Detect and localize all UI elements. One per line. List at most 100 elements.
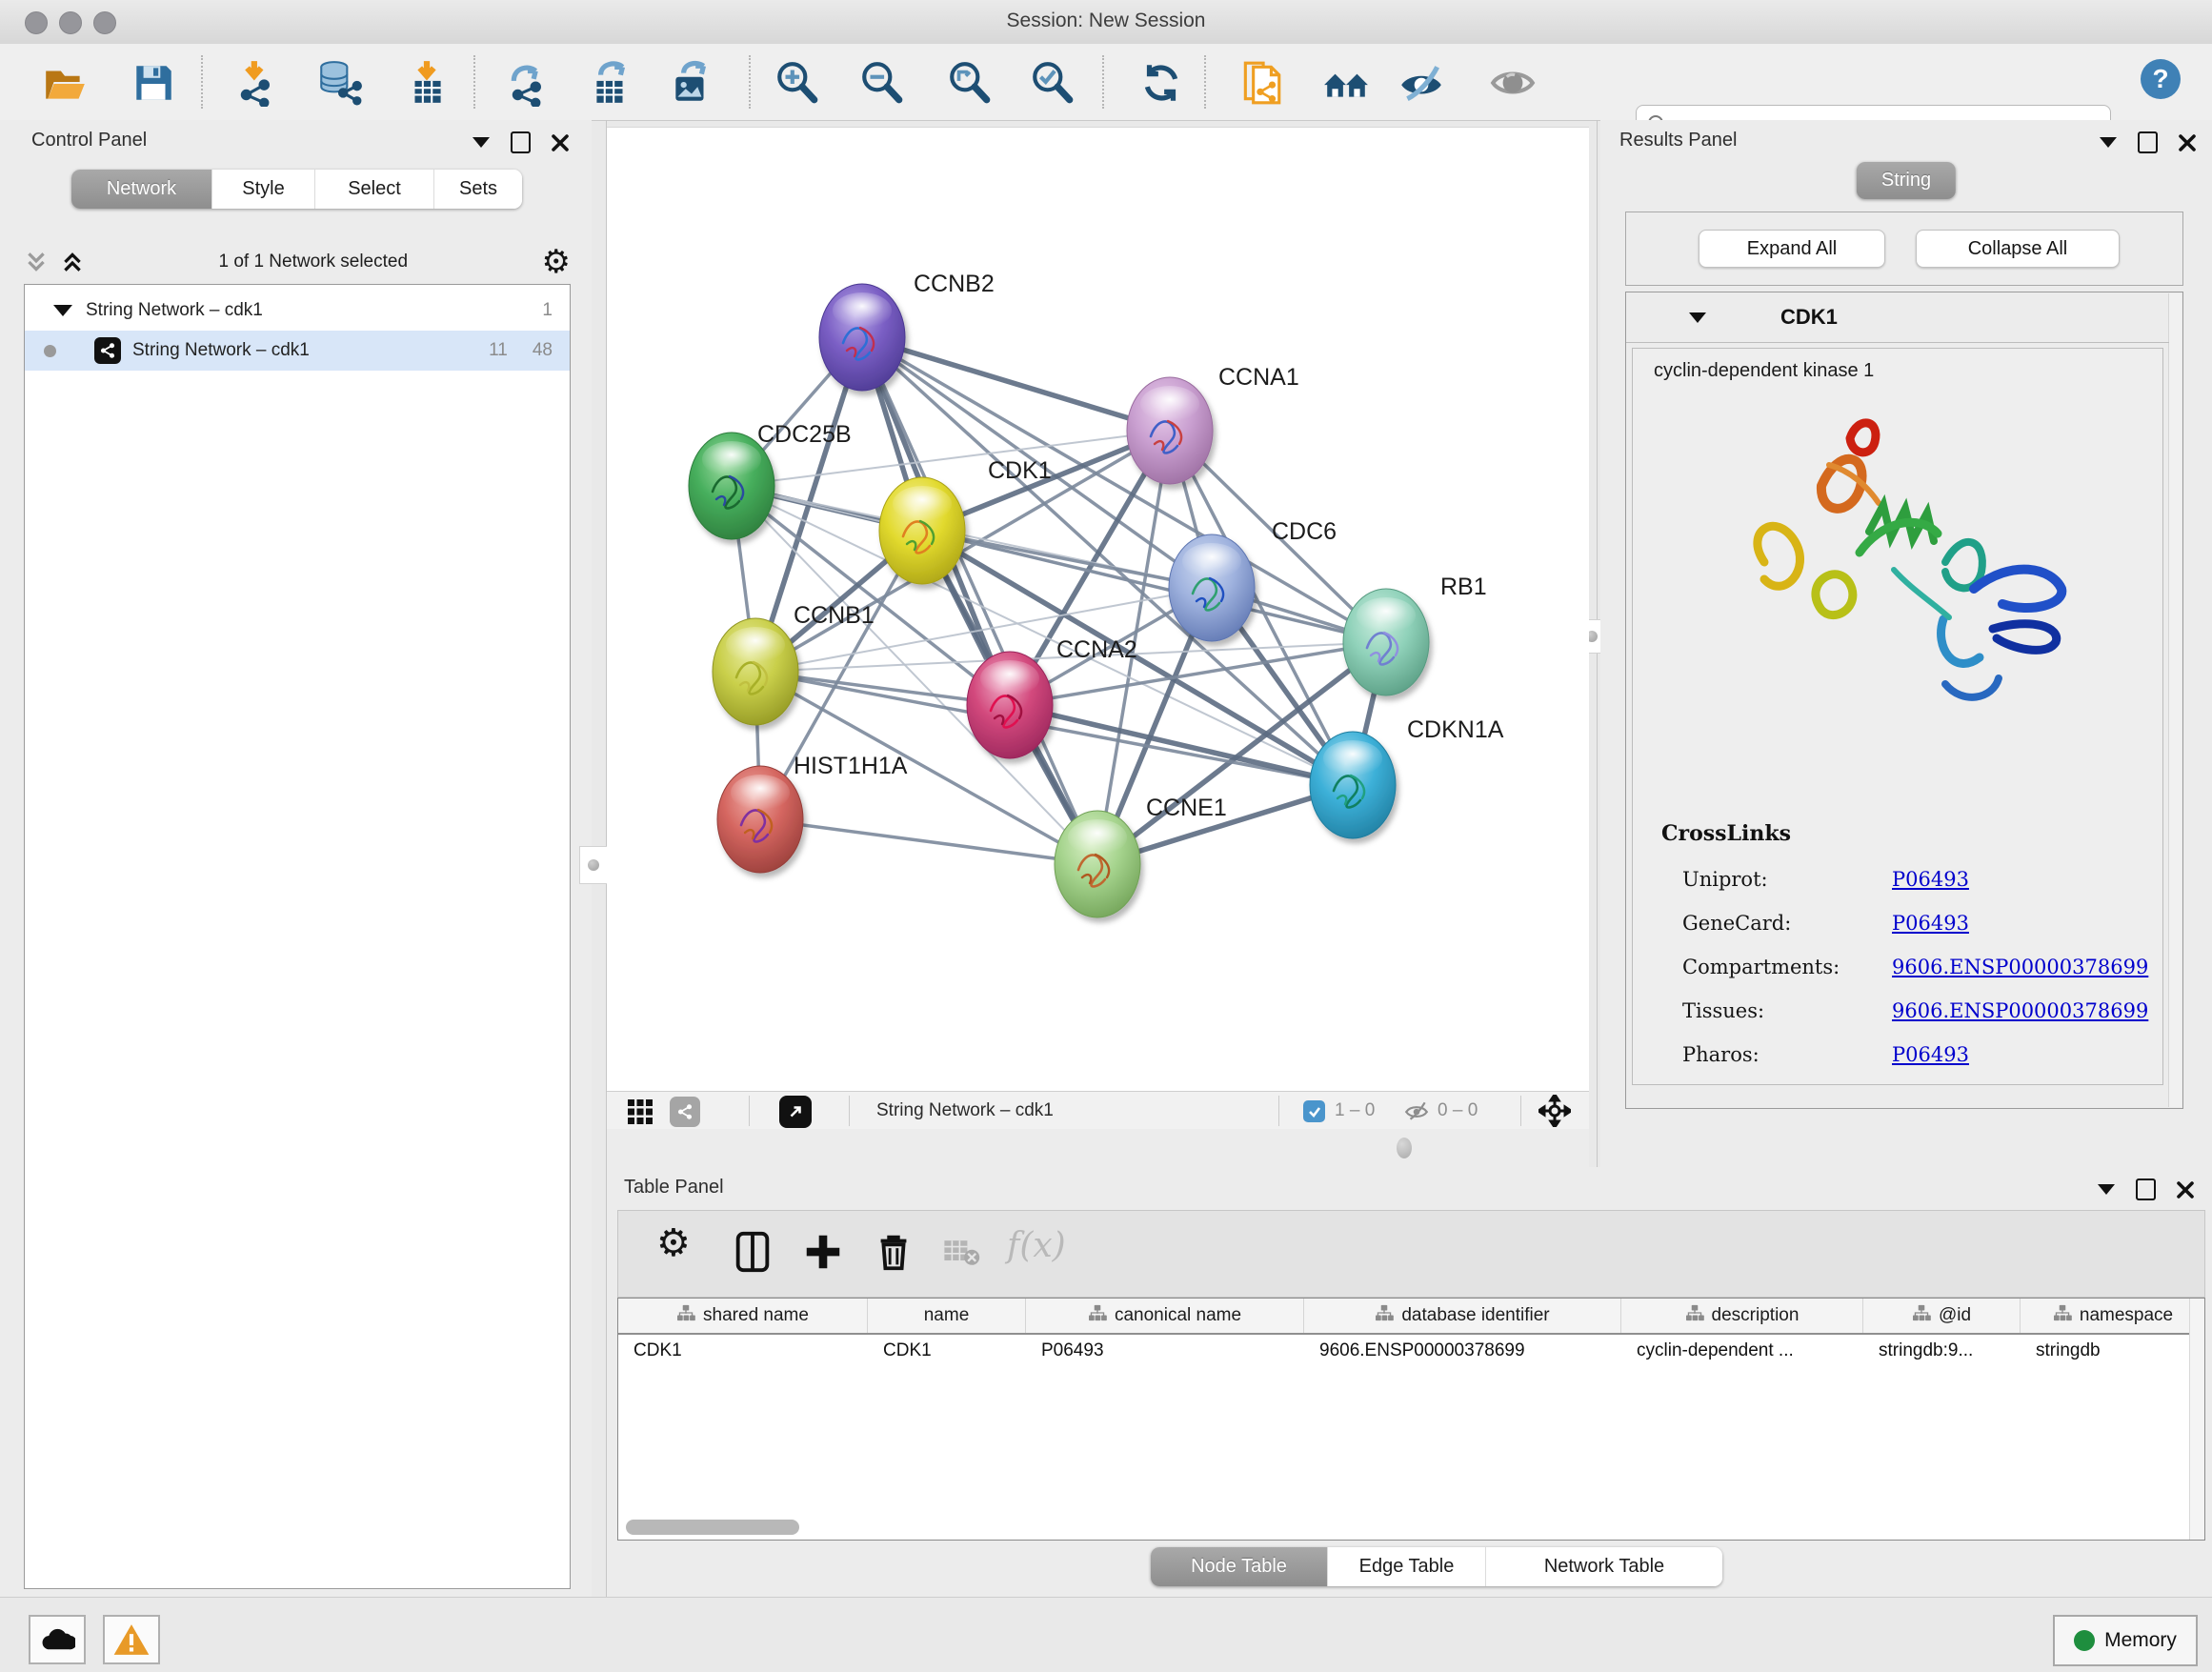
hidden-eye-icon[interactable]: [1403, 1098, 1430, 1128]
refresh-icon[interactable]: [1137, 59, 1185, 107]
close-panel-icon[interactable]: [2177, 1181, 2194, 1199]
tab-style[interactable]: Style: [211, 170, 314, 209]
table-cell[interactable]: CDK1: [868, 1335, 1026, 1367]
column-header-canonical-name[interactable]: canonical name: [1026, 1299, 1304, 1333]
table-row[interactable]: CDK1CDK1P064939606.ENSP00000378699cyclin…: [618, 1335, 2205, 1367]
tab-string[interactable]: String: [1857, 162, 1956, 199]
network-row[interactable]: String Network – cdk1 11 48: [25, 331, 570, 371]
table-cell[interactable]: cyclin-dependent ...: [1621, 1335, 1863, 1367]
tab-sets[interactable]: Sets: [433, 170, 522, 209]
float-panel-icon[interactable]: [2136, 1178, 2156, 1200]
close-panel-icon[interactable]: [2179, 134, 2196, 151]
tab-select[interactable]: Select: [314, 170, 433, 209]
table-horizontal-scrollbar[interactable]: [626, 1520, 799, 1535]
namespace-icon: [1375, 1304, 1394, 1327]
zoom-selected-icon[interactable]: [1029, 59, 1076, 107]
crosslink-link[interactable]: 9606.ENSP00000378699: [1892, 956, 2148, 978]
column-header--id[interactable]: @id: [1863, 1299, 2021, 1333]
create-column-icon[interactable]: [801, 1230, 849, 1278]
tab-edge-table[interactable]: Edge Table: [1327, 1547, 1485, 1586]
section-expander-icon[interactable]: [1689, 312, 1706, 323]
network-collection-row[interactable]: String Network – cdk1 1: [25, 291, 570, 331]
open-folder-icon[interactable]: [41, 59, 89, 107]
delete-column-icon[interactable]: [872, 1230, 919, 1278]
gray-eye-icon[interactable]: [1489, 59, 1537, 107]
export-image-icon[interactable]: [668, 59, 715, 107]
float-panel-icon[interactable]: [2138, 131, 2158, 153]
table-cell[interactable]: stringdb:9...: [1863, 1335, 2021, 1367]
tab-network[interactable]: Network: [71, 170, 211, 209]
column-header-namespace[interactable]: namespace: [2021, 1299, 2205, 1333]
memory-button[interactable]: Memory: [2053, 1615, 2198, 1666]
table-panel-splitter[interactable]: [607, 1129, 1589, 1167]
table-vertical-scrollbar[interactable]: [2189, 1299, 2204, 1540]
network-node-CCNB1[interactable]: CCNB1: [713, 602, 875, 725]
help-icon[interactable]: ?: [2139, 57, 2186, 105]
export-table-icon[interactable]: [587, 59, 634, 107]
network-node-RB1[interactable]: RB1: [1343, 574, 1487, 695]
crosshair-icon[interactable]: [1538, 1095, 1571, 1132]
network-node-CCNB2[interactable]: CCNB2: [819, 271, 995, 391]
crosslink-link[interactable]: 9606.ENSP00000378699: [1892, 999, 2148, 1022]
results-scrollbar[interactable]: [2168, 293, 2182, 1107]
network-share-icon[interactable]: [670, 1097, 700, 1127]
table-settings-gear-icon[interactable]: ⚙: [656, 1224, 704, 1272]
cloud-icon[interactable]: [29, 1615, 86, 1664]
hide-eye-icon[interactable]: [1398, 59, 1445, 107]
tab-network-table[interactable]: Network Table: [1485, 1547, 1722, 1586]
table-cell[interactable]: stringdb: [2021, 1335, 2205, 1367]
network-edge[interactable]: [862, 337, 1170, 431]
network-node-CDKN1A[interactable]: CDKN1A: [1310, 716, 1504, 838]
tree-expander-icon[interactable]: [53, 305, 72, 316]
selected-checkbox-icon[interactable]: [1303, 1100, 1325, 1122]
network-node-CCNE1[interactable]: CCNE1: [1055, 795, 1227, 917]
grid-view-icon[interactable]: [627, 1098, 654, 1130]
left-splitter-handle[interactable]: [579, 846, 608, 884]
table-cell[interactable]: P06493: [1026, 1335, 1304, 1367]
import-database-icon[interactable]: [315, 59, 363, 107]
column-header-description[interactable]: description: [1621, 1299, 1863, 1333]
open-in-new-window-icon[interactable]: [779, 1096, 812, 1128]
zoom-out-icon[interactable]: [858, 59, 906, 107]
node-label: CDC6: [1272, 518, 1337, 545]
collapse-all-chevron-icon[interactable]: [60, 250, 85, 274]
copy-network-icon[interactable]: [1237, 59, 1285, 107]
network-node-CCNA1[interactable]: CCNA1: [1127, 364, 1299, 484]
network-canvas[interactable]: CCNB2CCNA1CDC25BCDK1CDC6RB1CCNB1CCNA2CDK…: [607, 127, 1589, 1092]
column-header-database-identifier[interactable]: database identifier: [1304, 1299, 1621, 1333]
crosslink-link[interactable]: P06493: [1892, 1043, 1969, 1066]
column-header-shared-name[interactable]: shared name: [618, 1299, 868, 1333]
collapse-panel-icon[interactable]: [473, 137, 490, 148]
close-panel-icon[interactable]: [552, 134, 569, 151]
gear-icon[interactable]: ⚙: [542, 246, 571, 278]
show-columns-icon[interactable]: [731, 1230, 778, 1278]
save-icon[interactable]: [130, 59, 177, 107]
splitter-handle[interactable]: [1397, 1138, 1412, 1158]
network-edge[interactable]: [862, 337, 1097, 864]
node-table[interactable]: shared namenamecanonical namedatabase id…: [617, 1298, 2205, 1541]
network-node-CDC25B[interactable]: CDC25B: [689, 421, 852, 539]
collapse-panel-icon[interactable]: [2100, 137, 2117, 148]
warning-icon[interactable]: [103, 1615, 160, 1664]
collapse-all-button[interactable]: Collapse All: [1916, 230, 2120, 268]
cdk1-section-header[interactable]: CDK1: [1626, 292, 2169, 343]
float-panel-icon[interactable]: [511, 131, 531, 153]
table-cell[interactable]: 9606.ENSP00000378699: [1304, 1335, 1621, 1367]
crosslink-link[interactable]: P06493: [1892, 912, 1969, 935]
tab-node-table[interactable]: Node Table: [1151, 1547, 1327, 1586]
zoom-fit-icon[interactable]: [946, 59, 994, 107]
expand-all-chevron-icon[interactable]: [24, 250, 49, 274]
houses-icon[interactable]: [1322, 59, 1370, 107]
zoom-in-icon[interactable]: [774, 59, 821, 107]
column-header-name[interactable]: name: [868, 1299, 1026, 1333]
expand-all-button[interactable]: Expand All: [1699, 230, 1885, 268]
collapse-panel-icon[interactable]: [2098, 1184, 2115, 1195]
export-network-icon[interactable]: [506, 59, 553, 107]
crosslink-link[interactable]: P06493: [1892, 868, 1969, 891]
import-network-icon[interactable]: [234, 59, 282, 107]
selected-counts: 1 – 0: [1335, 1100, 1375, 1121]
network-edge[interactable]: [760, 819, 1097, 864]
table-cell[interactable]: CDK1: [618, 1335, 868, 1367]
import-table-icon[interactable]: [403, 59, 451, 107]
network-node-HIST1H1A[interactable]: HIST1H1A: [717, 753, 908, 873]
